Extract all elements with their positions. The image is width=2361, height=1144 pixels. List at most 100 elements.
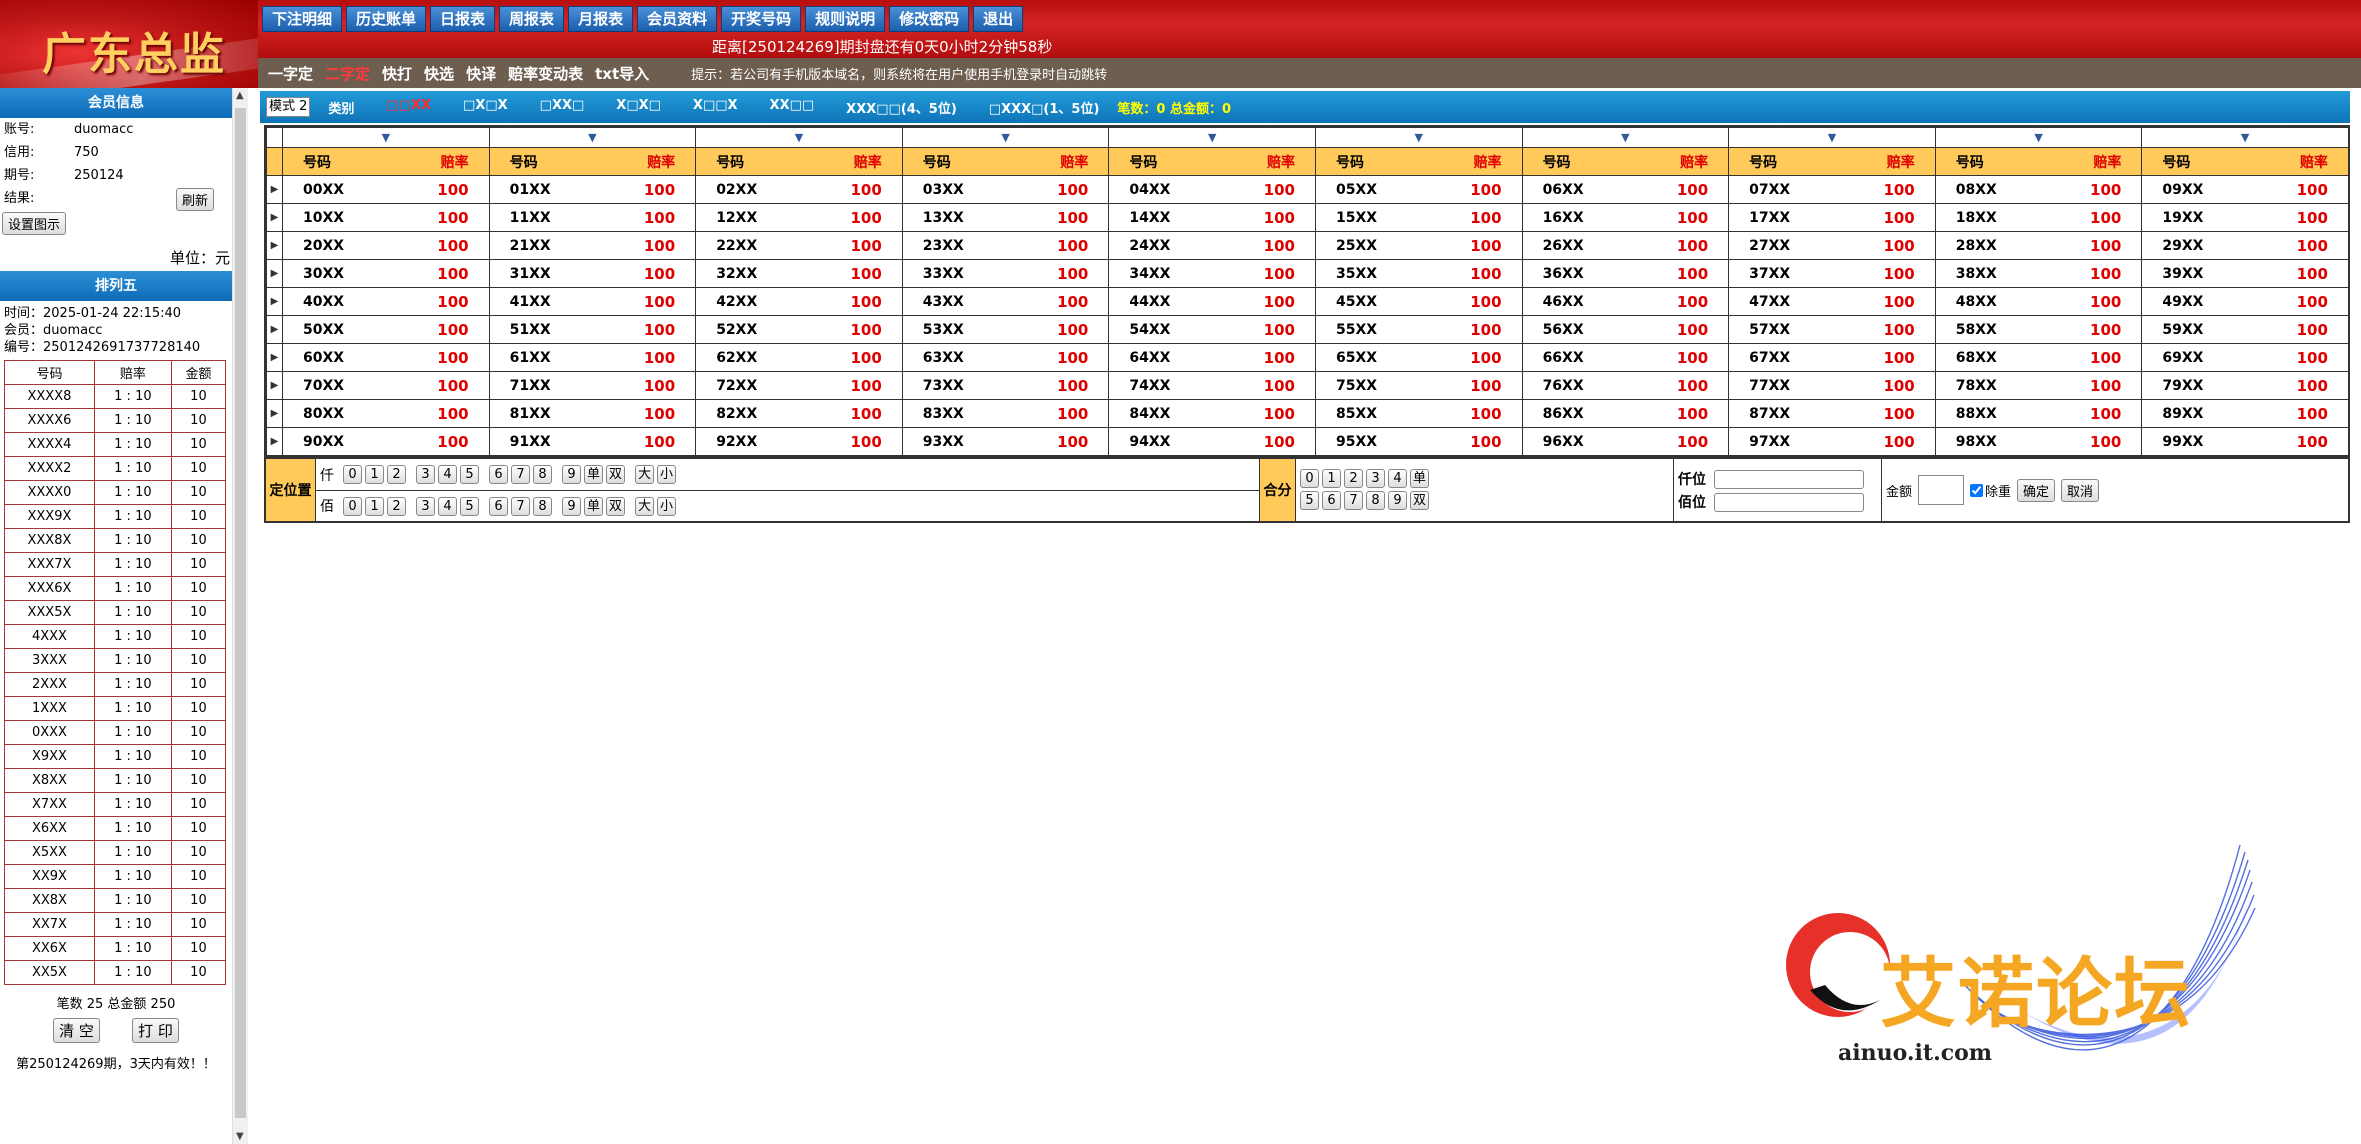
sub-nav-item-4[interactable]: 快译 [466, 63, 496, 84]
number-code[interactable]: 27XX [1728, 231, 1832, 260]
number-code[interactable]: 32XX [695, 259, 799, 288]
number-code[interactable]: 90XX [281, 427, 386, 456]
mode-item-6[interactable]: XX□□ [770, 98, 815, 117]
hundreds-digit-9[interactable]: 9 [562, 496, 581, 516]
sum-option[interactable]: 1 [1322, 469, 1341, 488]
hundreds-digit-7[interactable]: 7 [511, 496, 530, 516]
number-code[interactable]: 06XX [1521, 175, 1626, 204]
number-code[interactable]: 76XX [1521, 371, 1626, 400]
number-code[interactable]: 86XX [1521, 399, 1626, 428]
number-code[interactable]: 83XX [901, 399, 1006, 428]
thousands-digit-6[interactable]: 6 [489, 465, 508, 484]
number-code[interactable]: 35XX [1314, 259, 1419, 288]
chevron-down-icon[interactable]: ▼ [588, 131, 596, 144]
hundreds-digit-0[interactable]: 0 [343, 496, 362, 516]
hundreds-digit-3[interactable]: 3 [416, 496, 435, 516]
chevron-down-icon[interactable]: ▼ [1208, 131, 1216, 144]
sum-option[interactable]: 3 [1366, 469, 1385, 488]
number-code[interactable]: 39XX [2141, 259, 2246, 288]
sub-nav-item-6[interactable]: txt导入 [595, 63, 649, 84]
number-code[interactable]: 37XX [1728, 259, 1832, 288]
hundreds-option-3[interactable]: 小 [657, 496, 677, 516]
nav-button-0[interactable]: 下注明细 [262, 6, 343, 32]
number-code[interactable]: 79XX [2141, 371, 2246, 400]
number-code[interactable]: 43XX [901, 287, 1006, 316]
sub-nav-item-5[interactable]: 赔率变动表 [508, 63, 583, 84]
mode-item-4[interactable]: X□X□ [616, 98, 661, 117]
number-code[interactable]: 98XX [1934, 427, 2039, 456]
dedupe-checkbox[interactable] [1970, 483, 1984, 497]
number-code[interactable]: 60XX [281, 343, 386, 372]
number-code[interactable]: 56XX [1521, 315, 1626, 344]
number-code[interactable]: 63XX [901, 343, 1006, 372]
number-code[interactable]: 89XX [2141, 399, 2246, 428]
number-code[interactable]: 00XX [281, 175, 386, 204]
number-code[interactable]: 64XX [1108, 343, 1213, 372]
number-code[interactable]: 03XX [901, 175, 1006, 204]
number-code[interactable]: 78XX [1934, 371, 2039, 400]
caret-right-icon[interactable]: ▶ [271, 212, 279, 223]
amount-input[interactable] [1918, 475, 1965, 505]
number-code[interactable]: 81XX [488, 399, 593, 428]
sub-nav-item-1[interactable]: 二字定 [325, 63, 370, 84]
number-code[interactable]: 38XX [1934, 259, 2039, 288]
thousands-digit-1[interactable]: 1 [365, 465, 384, 484]
number-code[interactable]: 29XX [2141, 231, 2246, 260]
caret-right-icon[interactable]: ▶ [271, 324, 279, 335]
number-code[interactable]: 25XX [1314, 231, 1419, 260]
nav-button-8[interactable]: 修改密码 [889, 6, 970, 32]
number-code[interactable]: 53XX [901, 315, 1006, 344]
caret-right-icon[interactable]: ▶ [271, 240, 279, 251]
caret-right-icon[interactable]: ▶ [271, 352, 279, 363]
number-code[interactable]: 15XX [1314, 203, 1419, 232]
caret-right-icon[interactable]: ▶ [271, 380, 279, 391]
number-code[interactable]: 26XX [1521, 231, 1626, 260]
chevron-down-icon[interactable]: ▼ [2034, 131, 2042, 144]
number-code[interactable]: 30XX [281, 259, 386, 288]
number-code[interactable]: 58XX [1934, 315, 2039, 344]
number-code[interactable]: 93XX [901, 427, 1006, 456]
thousands-digit-3[interactable]: 3 [416, 465, 435, 484]
number-code[interactable]: 48XX [1934, 287, 2039, 316]
number-code[interactable]: 71XX [488, 371, 593, 400]
number-code[interactable]: 52XX [695, 315, 799, 344]
thousands-option-0[interactable]: 单 [584, 465, 604, 484]
sum-option[interactable]: 6 [1322, 491, 1341, 510]
refresh-button[interactable]: 刷新 [176, 188, 215, 211]
chevron-down-icon[interactable]: ▼ [1001, 131, 1009, 144]
number-code[interactable]: 42XX [695, 287, 799, 316]
cancel-button[interactable]: 取消 [2061, 478, 2100, 502]
mode-item-5[interactable]: X□□X [693, 98, 738, 117]
hundreds-option-2[interactable]: 大 [635, 496, 655, 516]
number-code[interactable]: 12XX [695, 203, 799, 232]
thousands-digit-9[interactable]: 9 [562, 465, 581, 484]
number-code[interactable]: 88XX [1934, 399, 2039, 428]
hundreds-option-1[interactable]: 双 [606, 496, 626, 516]
number-code[interactable]: 10XX [281, 203, 386, 232]
number-code[interactable]: 01XX [488, 175, 593, 204]
number-code[interactable]: 57XX [1728, 315, 1832, 344]
number-code[interactable]: 41XX [488, 287, 593, 316]
sum-option[interactable]: 2 [1344, 469, 1363, 488]
number-code[interactable]: 24XX [1108, 231, 1213, 260]
number-code[interactable]: 33XX [901, 259, 1006, 288]
sum-option[interactable]: 7 [1344, 491, 1363, 510]
number-code[interactable]: 31XX [488, 259, 593, 288]
number-code[interactable]: 51XX [488, 315, 593, 344]
sum-option[interactable]: 8 [1366, 491, 1385, 510]
chevron-down-icon[interactable]: ▼ [1828, 131, 1836, 144]
number-code[interactable]: 69XX [2141, 343, 2246, 372]
sum-option[interactable]: 9 [1388, 491, 1407, 510]
hundreds-digit-1[interactable]: 1 [365, 496, 384, 516]
thousands-digit-5[interactable]: 5 [460, 465, 479, 484]
number-code[interactable]: 40XX [281, 287, 386, 316]
number-code[interactable]: 49XX [2141, 287, 2246, 316]
number-code[interactable]: 66XX [1521, 343, 1626, 372]
clear-button[interactable]: 清 空 [53, 1018, 100, 1043]
number-code[interactable]: 08XX [1934, 175, 2039, 204]
number-code[interactable]: 02XX [695, 175, 799, 204]
hundreds-digit-4[interactable]: 4 [438, 496, 457, 516]
set-demo-button[interactable]: 设置图示 [2, 212, 67, 235]
confirm-button[interactable]: 确定 [2017, 478, 2056, 502]
number-code[interactable]: 91XX [488, 427, 593, 456]
